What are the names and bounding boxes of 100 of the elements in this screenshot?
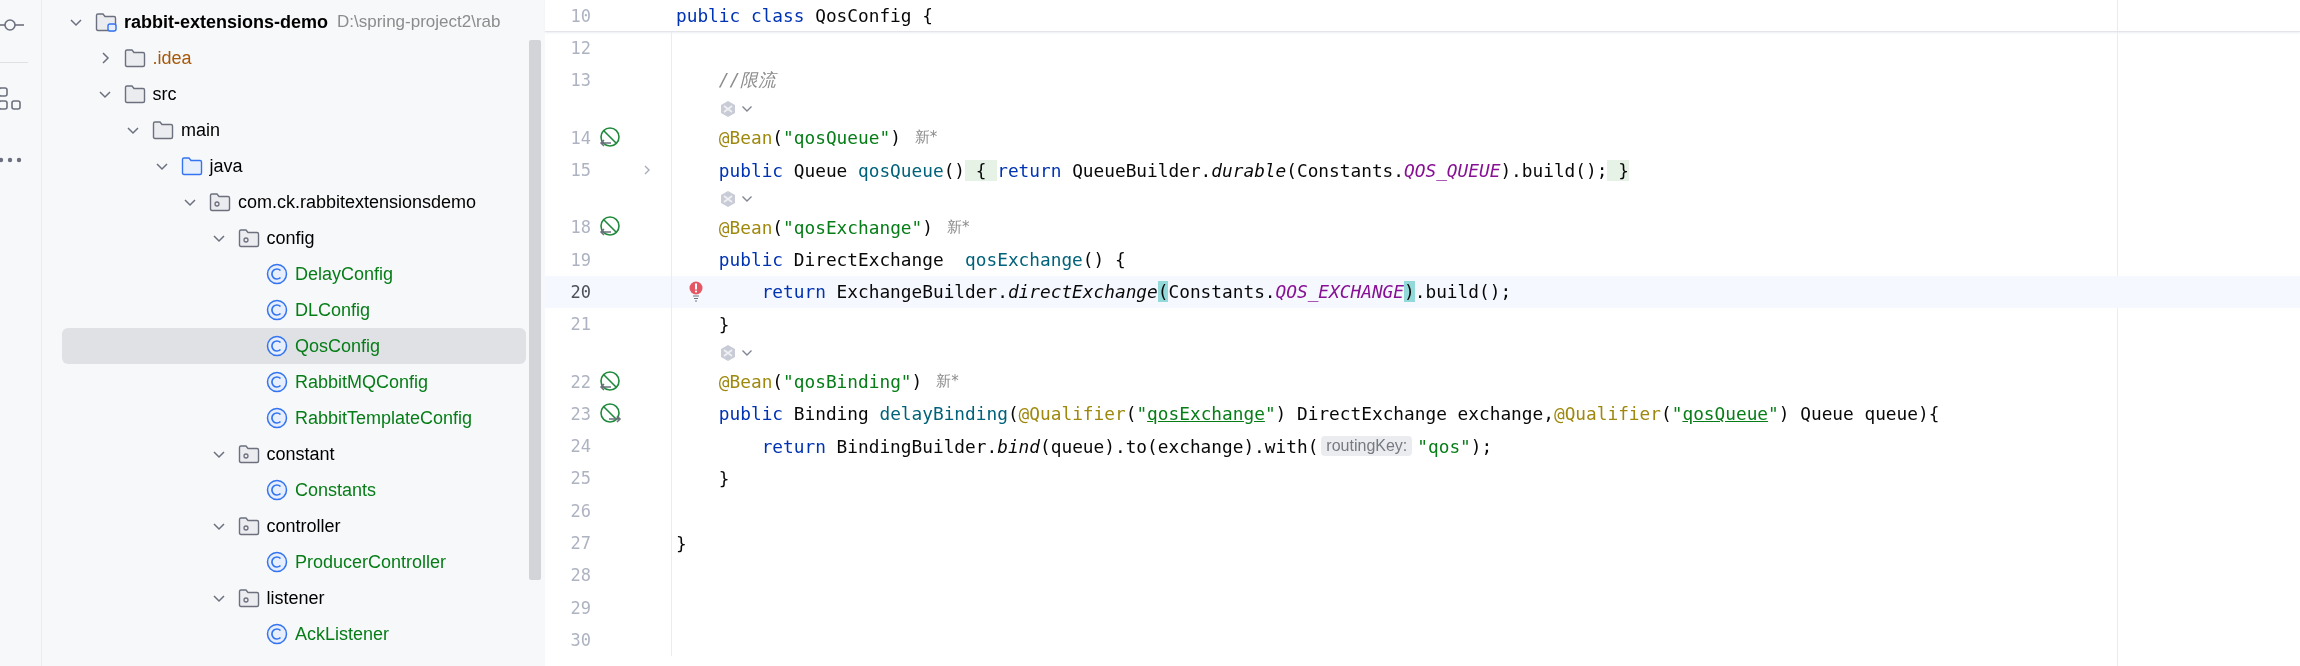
code-text: public Queue qosQueue() { return QueueBuilder.durable(Constants.QOS_QUEUE).build(); } [717, 159, 1629, 181]
tree-item[interactable]: main [62, 112, 526, 148]
tree-item-name: main [181, 119, 220, 141]
tree-item-name: ProducerController [295, 551, 447, 573]
bean-icon[interactable] [598, 369, 622, 394]
tree-item[interactable]: RabbitTemplateConfig [62, 400, 526, 436]
code-text: return BindingBuilder.bind(queue).to(exchange).with( [760, 435, 1319, 457]
line-number: 27 [569, 533, 591, 553]
author-hint[interactable]: 新* [946, 217, 970, 237]
more-icon[interactable] [0, 157, 22, 163]
code-text: } [717, 467, 730, 489]
code-text: public DirectExchange qosExchange() { [717, 249, 1126, 271]
error-icon[interactable] [689, 280, 703, 303]
tree-item[interactable]: QosConfig [62, 328, 526, 364]
line-number: 30 [569, 629, 591, 650]
tree-item-name: AckListener [295, 623, 390, 645]
code-text: } [676, 532, 687, 554]
code-text: return ExchangeBuilder.directExchange(Constants.QOS_EXCHANGE).build(); [760, 281, 1512, 303]
line-number: 14 [569, 127, 591, 148]
chevron-icon[interactable] [741, 194, 753, 203]
tree-item[interactable]: DLConfig [62, 292, 526, 328]
author-hint[interactable]: 新* [936, 372, 959, 391]
tree-item-name: com.ck.rabbitextensionsdemo [238, 191, 477, 213]
code-text: @Bean("qosBinding") [717, 371, 923, 392]
tree-item[interactable]: AckListener [62, 616, 526, 652]
tree-item[interactable]: constant [62, 436, 526, 472]
folder-icon [180, 156, 203, 176]
parameter-hint: routingKey: [1321, 436, 1413, 457]
tree-item-name: constant [266, 443, 335, 465]
tree-item-name: DelayConfig [295, 263, 394, 285]
line-number: 18 [569, 217, 591, 238]
tree-item[interactable]: controller [62, 508, 526, 544]
line-number: 23 [569, 403, 591, 424]
folder-icon [237, 228, 260, 248]
class-icon [266, 263, 288, 285]
tree-item[interactable]: java [62, 148, 526, 184]
author-hint[interactable]: 新* [914, 128, 938, 148]
line-number: 26 [569, 500, 591, 521]
line-number: 22 [569, 371, 591, 392]
tree-item-name: src [152, 83, 177, 105]
structure-icon[interactable] [0, 87, 22, 111]
folder-icon [123, 48, 146, 68]
tree-item-name: QosConfig [295, 335, 381, 357]
line-number: 12 [569, 38, 591, 59]
line-number: 19 [569, 249, 591, 270]
class-icon [266, 407, 288, 429]
folder-icon [237, 588, 260, 608]
tree-item-name: controller [266, 515, 341, 537]
tree-item[interactable]: .idea [62, 40, 526, 76]
chevron-icon[interactable] [741, 105, 753, 114]
folder-icon [123, 84, 146, 104]
code-text: @Bean("qosQueue") [717, 127, 901, 149]
class-icon [266, 299, 288, 321]
tree-item-name: java [209, 155, 243, 177]
code-text: } [717, 313, 730, 335]
class-icon [266, 551, 288, 573]
tree-item-name: DLConfig [295, 299, 371, 321]
tree-item[interactable]: listener [62, 580, 526, 616]
line-number: 21 [569, 314, 591, 335]
line-number: 20 [569, 281, 591, 302]
bean-icon[interactable] [598, 125, 622, 150]
folder-icon [95, 12, 117, 32]
line-number: 28 [569, 565, 591, 586]
tree-item-name: Constants [295, 479, 377, 501]
class-icon [266, 371, 288, 393]
tree-item[interactable]: DelayConfig [62, 256, 526, 292]
code-text: @Bean("qosExchange") [717, 216, 933, 238]
tree-item-name: listener [266, 587, 325, 609]
class-icon [266, 623, 288, 645]
class-icon [266, 479, 288, 501]
tree-item[interactable]: config [62, 220, 526, 256]
module-path: D:\spring-project2\rab [337, 12, 501, 32]
line-number: 15 [569, 160, 591, 181]
tree-item-name: config [266, 227, 315, 249]
tree-item[interactable]: src [62, 76, 526, 112]
tree-item[interactable]: RabbitMQConfig [62, 364, 526, 400]
tree-item[interactable]: rabbit-extensions-demo D:\spring-project2\rab [62, 4, 526, 40]
commit-icon[interactable] [0, 18, 24, 32]
code-text: public Binding delayBinding(@Qualifier("qosExchange") DirectExchange exchange,@Qualifier("qosQueue") Queue queue){ [717, 403, 1940, 425]
line-number: 24 [569, 436, 591, 457]
line-number: 10 [569, 5, 591, 26]
line-number: 29 [569, 597, 591, 618]
tree-item-name: rabbit-extensions-demo [124, 11, 329, 33]
tree-item[interactable]: Constants [62, 472, 526, 508]
code-text: public class QosConfig { [676, 5, 933, 26]
tree-item-name: RabbitMQConfig [295, 371, 429, 393]
tree-item[interactable]: com.ck.rabbitextensionsdemo [62, 184, 526, 220]
folder-icon [237, 516, 260, 536]
folder-icon [209, 192, 231, 212]
tree-item-name: .idea [152, 47, 192, 69]
scrollbar[interactable] [529, 40, 541, 580]
line-number: 13 [569, 70, 591, 91]
tree-item[interactable]: ProducerController [62, 544, 526, 580]
folder-icon [237, 444, 260, 464]
bean-injection-icon[interactable] [598, 401, 622, 426]
tree-item-name: RabbitTemplateConfig [295, 407, 473, 429]
class-icon [266, 335, 288, 357]
line-number: 25 [569, 468, 591, 489]
chevron-icon[interactable] [741, 348, 753, 357]
folder-icon [152, 120, 174, 140]
